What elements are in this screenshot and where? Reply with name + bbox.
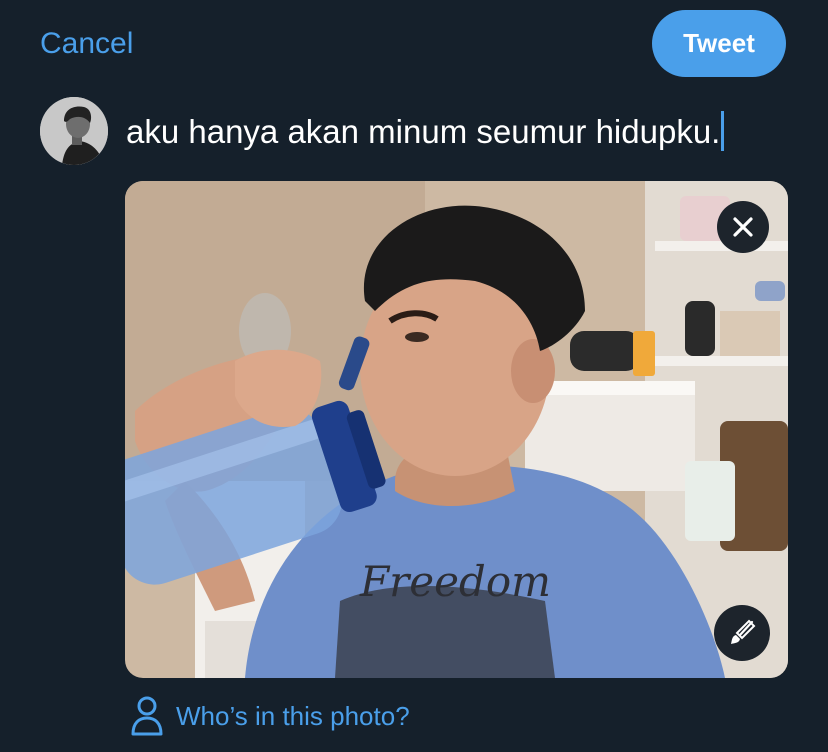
brush-icon <box>731 619 756 644</box>
tweet-text: aku hanya akan minum seumur hidupku. <box>126 113 721 150</box>
text-caret <box>721 111 725 151</box>
remove-photo-button[interactable] <box>717 201 769 253</box>
tweet-compose-screen: Cancel Tweet aku hanya akan minum seumur… <box>0 0 828 752</box>
attached-photo[interactable]: Freedom <box>125 181 788 678</box>
shirt-print-text: Freedom <box>359 557 551 606</box>
close-icon <box>733 217 753 237</box>
cancel-button[interactable]: Cancel <box>40 26 133 62</box>
edit-photo-button[interactable] <box>714 605 770 661</box>
avatar-image <box>40 97 108 165</box>
avatar[interactable] <box>40 97 108 165</box>
tag-people-button[interactable]: Who’s in this photo? <box>130 693 410 739</box>
photo-image: Freedom <box>125 181 788 678</box>
person-icon <box>131 696 163 736</box>
tag-people-label: Who’s in this photo? <box>176 700 410 731</box>
tweet-button[interactable]: Tweet <box>652 10 786 77</box>
tweet-text-input[interactable]: aku hanya akan minum seumur hidupku. <box>126 111 725 153</box>
